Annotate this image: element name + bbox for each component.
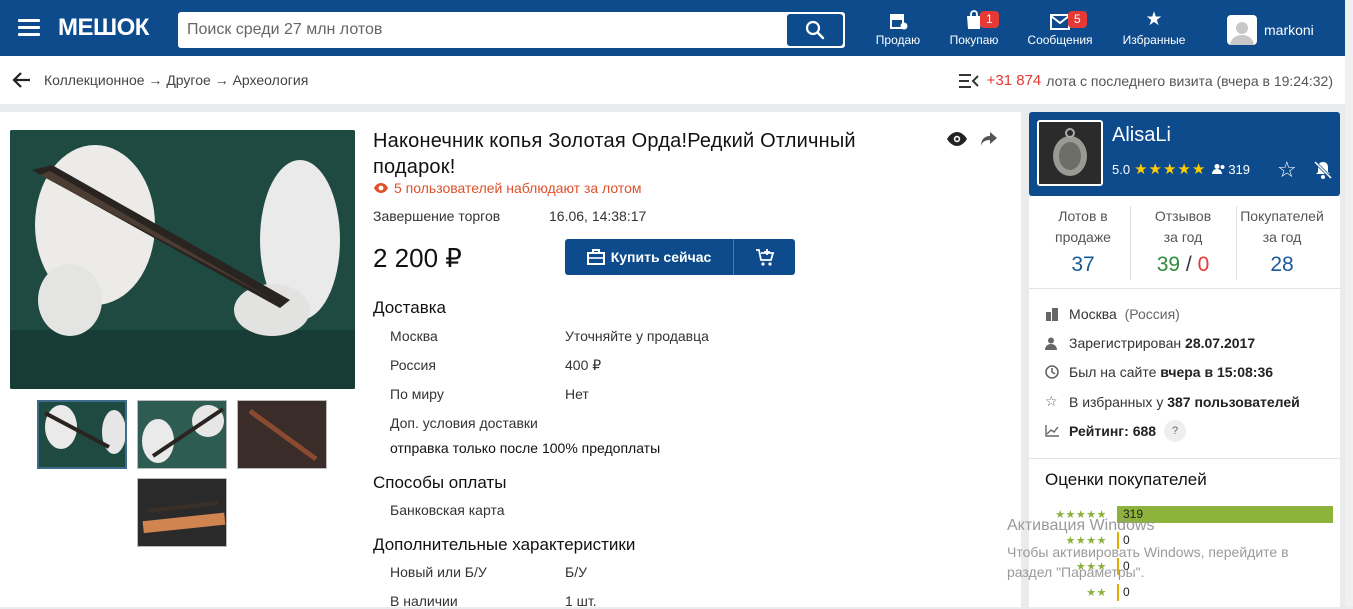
eye-icon: [374, 183, 388, 193]
add-to-cart-button[interactable]: [734, 239, 795, 275]
thumbnail-4[interactable]: [137, 478, 227, 547]
lot-main-photo[interactable]: [10, 130, 355, 389]
thumbnail-2[interactable]: [137, 400, 227, 469]
site-logo[interactable]: МЕШОК: [58, 12, 149, 44]
delivery-value: Уточняйте у продавца: [565, 328, 709, 344]
breadcrumb-bar: Коллекционное → Другое → Археология +31 …: [0, 56, 1345, 104]
seller-last-seen: Был на сайте вчера в 15:08:36: [1045, 364, 1273, 380]
extra-delivery-label: Доп. условия доставки: [390, 415, 538, 431]
seller-location: Москва (Россия): [1045, 306, 1180, 322]
clock-icon: [1045, 365, 1059, 379]
stat-lots[interactable]: Лотов в продаже 37: [1039, 206, 1127, 275]
city-icon: [1046, 308, 1058, 321]
stat-buyers[interactable]: Покупателей за год 28: [1233, 206, 1331, 275]
star-icon: ★: [1145, 9, 1163, 30]
new-lots-text: лота с последнего визита (вчера в 19:24:…: [1046, 72, 1333, 89]
search-box: [178, 12, 845, 48]
new-lots-count: +31 874: [986, 72, 1042, 89]
briefcase-icon: [586, 249, 605, 265]
windows-activation-text: Чтобы активировать Windows, перейдите в …: [1007, 544, 1289, 580]
mail-icon: [1050, 14, 1070, 30]
favorite-star-icon[interactable]: ☆: [1277, 157, 1297, 183]
rating-help-button[interactable]: ?: [1164, 420, 1187, 442]
users-icon: [1212, 164, 1225, 174]
photo-spearhead-thumb: [39, 402, 125, 467]
buy-badge: 1: [980, 11, 999, 28]
characteristic-value: Б/У: [565, 564, 587, 580]
back-arrow-icon[interactable]: [12, 71, 32, 89]
buy-now-group: Купить сейчас: [565, 239, 795, 275]
ratings-title: Оценки покупателей: [1045, 470, 1207, 489]
top-navigation-bar: МЕШОК Продаю 1 Покупаю 5 Сообщения ★ Изб…: [0, 0, 1353, 56]
list-collapse-icon: [958, 73, 979, 88]
user-menu[interactable]: markoni: [1227, 14, 1314, 46]
seller-name[interactable]: AlisaLi: [1112, 124, 1171, 147]
seller-rating-score: Рейтинг: 688 ?: [1045, 420, 1187, 442]
photo-spearhead-ruler-thumb: [138, 479, 226, 546]
breadcrumb[interactable]: Коллекционное → Другое → Археология: [44, 72, 308, 88]
lot-card: Наконечник копья Золотая Орда!Редкий Отл…: [0, 112, 1021, 609]
new-lots-info[interactable]: +31 874 лота с последнего визита (вчера …: [958, 72, 1333, 89]
payment-value: Банковская карта: [390, 502, 505, 518]
user-silhouette-icon: [1230, 22, 1254, 45]
rating-bar: [1117, 584, 1119, 601]
store-icon: [890, 14, 908, 30]
messages-badge: 5: [1068, 11, 1087, 28]
photo-spearhead-thumb: [138, 401, 226, 468]
delivery-value: Нет: [565, 386, 589, 402]
cart-add-icon: [755, 249, 774, 266]
nav-favorites[interactable]: ★ Избранные: [1116, 8, 1192, 50]
characteristics-title: Дополнительные характеристики: [373, 535, 636, 554]
search-button[interactable]: [787, 14, 843, 46]
end-label: Завершение торгов: [373, 208, 501, 224]
delivery-value: 400 ₽: [565, 357, 602, 373]
watchers-info: 5 пользователей наблюдают за лотом: [373, 180, 642, 196]
delivery-region: Москва: [390, 328, 438, 344]
delivery-title: Доставка: [373, 298, 447, 317]
chart-line-icon: [1045, 425, 1059, 437]
seller-registered: Зарегистрирован 28.07.2017: [1045, 335, 1255, 351]
rating-stars-icon: ★★★★★: [1134, 161, 1207, 178]
seller-header: AlisaLi 5.0 ★★★★★ 319 ☆: [1029, 112, 1340, 196]
photo-spearhead: [10, 130, 355, 389]
rating-row: ★★ 0: [1086, 584, 1130, 601]
extra-delivery-value: отправка только после 100% предоплаты: [390, 440, 661, 456]
nav-buy[interactable]: 1 Покупаю: [944, 8, 1004, 50]
scrollbar[interactable]: [1345, 0, 1353, 607]
watch-eye-icon[interactable]: [946, 131, 968, 147]
characteristic-name: Новый или Б/У: [390, 564, 487, 580]
seller-rating: 5.0 ★★★★★ 319: [1112, 161, 1251, 178]
delivery-region: Россия: [390, 357, 436, 373]
pendant-photo: [1039, 122, 1101, 184]
search-icon: [805, 20, 825, 40]
bell-off-icon[interactable]: [1313, 160, 1333, 180]
menu-icon[interactable]: [18, 19, 40, 37]
payment-title: Способы оплаты: [373, 473, 507, 492]
windows-activation-title: Активация Windows: [1007, 517, 1155, 534]
thumbnail-1[interactable]: [37, 400, 127, 469]
avatar: [1227, 15, 1257, 45]
thumbnail-3[interactable]: [237, 400, 327, 469]
delivery-region: По миру: [390, 386, 444, 402]
nav-sell[interactable]: Продаю: [870, 8, 926, 50]
end-value: 16.06, 14:38:17: [549, 208, 647, 224]
username: markoni: [1264, 22, 1314, 38]
lot-price: 2 200 ₽: [373, 243, 462, 273]
lot-title: Наконечник копья Золотая Орда!Редкий Отл…: [373, 130, 856, 178]
search-input[interactable]: [178, 12, 786, 48]
seller-avatar[interactable]: [1037, 120, 1103, 186]
photo-spearhead-thumb: [238, 401, 326, 468]
stat-reviews[interactable]: Отзывов за год 39 / 0: [1133, 206, 1233, 275]
person-icon: [1045, 337, 1057, 350]
buy-now-button[interactable]: Купить сейчас: [565, 239, 734, 275]
nav-messages[interactable]: 5 Сообщения: [1022, 8, 1098, 50]
share-icon[interactable]: [980, 131, 998, 147]
star-outline-icon: ☆: [1045, 393, 1058, 409]
seller-favorites: ☆ В избранных у 387 пользователей: [1045, 393, 1300, 410]
